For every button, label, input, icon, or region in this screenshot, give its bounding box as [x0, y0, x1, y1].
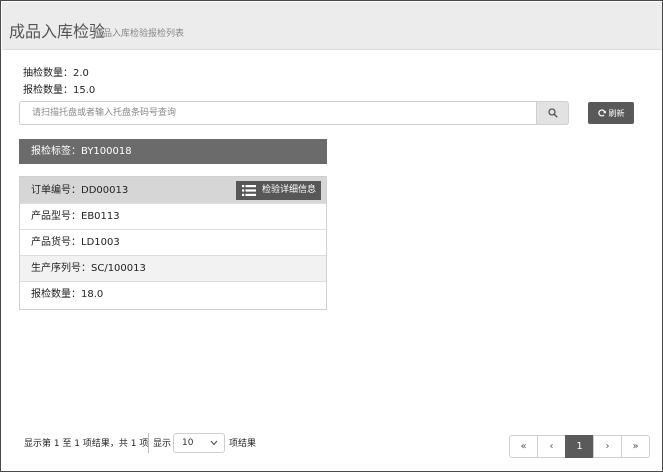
page-size-prefix: 显示	[153, 439, 172, 449]
search-icon	[547, 108, 558, 118]
sample-quantity: 抽检数量：2.0	[23, 68, 89, 79]
page-size-value: 10	[182, 438, 194, 448]
card-row-report-quantity: 报检数量：18.0	[20, 282, 326, 308]
first-page-button[interactable]: «	[509, 435, 538, 458]
card-row-product-code: 产品货号：LD1003	[20, 230, 326, 256]
page-subtitle: 成品入库检验报检列表	[94, 29, 185, 39]
app-window: 成品入库检验 成品入库检验报检列表 抽检数量：2.0 报检数量：15.0 刷新 …	[0, 0, 663, 472]
card-row-order-number: 订单编号：DD00013 检验详细信息	[20, 177, 326, 204]
pagination-info: 显示第 1 至 1 项结果，共 1 项	[24, 439, 149, 449]
page-size-select[interactable]: 10	[173, 433, 225, 453]
inspection-detail-button[interactable]: 检验详细信息	[236, 181, 321, 200]
footer-divider	[148, 433, 149, 453]
pagination: « ‹ 1 › »	[509, 435, 650, 458]
chevron-down-icon	[210, 440, 218, 446]
current-page-button[interactable]: 1	[565, 435, 594, 458]
next-page-button[interactable]: ›	[593, 435, 622, 458]
page-header: 成品入库检验 成品入库检验报检列表	[2, 2, 662, 50]
card-row-serial-number: 生产序列号：SC/100013	[20, 256, 326, 282]
report-quantity: 报检数量：15.0	[23, 85, 96, 96]
card-row-product-model: 产品型号：EB0113	[20, 204, 326, 230]
refresh-icon	[597, 109, 606, 117]
search-input[interactable]	[19, 101, 537, 125]
refresh-label: 刷新	[608, 108, 625, 118]
page-title: 成品入库检验	[9, 22, 106, 41]
search-button[interactable]	[536, 101, 569, 125]
inspection-card: 订单编号：DD00013 检验详细信息 产品型号：EB0113 产品货号：LD1…	[19, 176, 327, 310]
refresh-button[interactable]: 刷新	[588, 102, 634, 124]
inspection-detail-label: 检验详细信息	[261, 185, 316, 195]
page-size-suffix: 项结果	[229, 439, 257, 449]
prev-page-button[interactable]: ‹	[537, 435, 566, 458]
last-page-button[interactable]: »	[621, 435, 650, 458]
inspection-label-bar: 报检标签：BY100018	[19, 139, 327, 164]
list-icon	[242, 185, 256, 196]
order-number: 订单编号：DD00013	[31, 185, 129, 196]
